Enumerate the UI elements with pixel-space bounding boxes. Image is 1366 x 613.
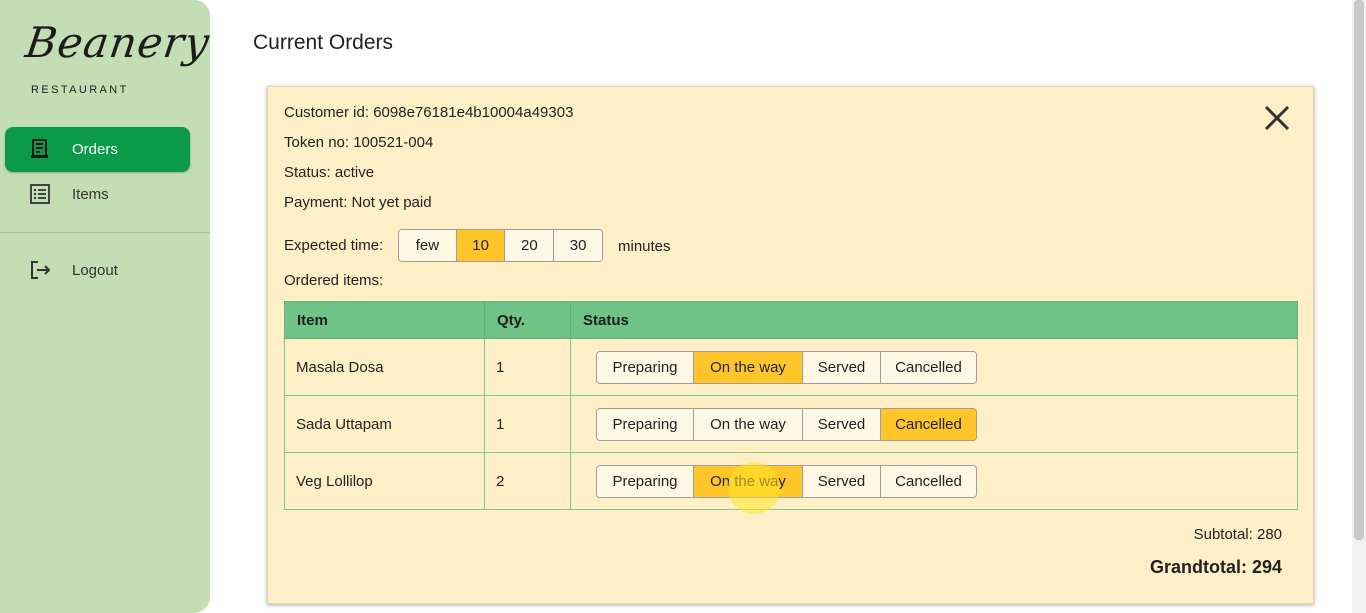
item-name: Sada Uttapam <box>284 395 485 453</box>
status-option-cancelled[interactable]: Cancelled <box>880 408 976 440</box>
item-name: Veg Lollilop <box>284 452 485 510</box>
close-icon <box>1264 105 1290 131</box>
item-status-cell: Preparing On the way Served Cancelled <box>570 395 1298 453</box>
status-option-cancelled[interactable]: Cancelled <box>880 465 976 497</box>
status-option-on-the-way[interactable]: On the way <box>693 465 802 497</box>
subtotal: Subtotal: 280 <box>1193 526 1282 543</box>
item-status-selector: Preparing On the way Served Cancelled <box>596 407 977 441</box>
table-header-row: Item Qty. Status <box>284 301 1298 339</box>
item-status-cell: Preparing On the way Served Cancelled <box>570 338 1298 396</box>
table-row: Masala Dosa 1 Preparing On the way Serve… <box>284 338 1298 396</box>
sidebar-item-items[interactable]: Items <box>5 172 190 217</box>
expected-time-option[interactable]: 10 <box>455 230 505 261</box>
page-title: Current Orders <box>253 31 394 54</box>
item-qty: 1 <box>484 338 571 396</box>
item-status-selector: Preparing On the way Served Cancelled <box>596 464 977 498</box>
item-qty: 1 <box>484 395 571 453</box>
receipt-icon <box>29 138 51 160</box>
sidebar-item-label: Items <box>72 186 109 203</box>
status-option-on-the-way[interactable]: On the way <box>693 408 802 440</box>
order-card: Customer id: 6098e76181e4b10004a49303 To… <box>267 86 1314 604</box>
expected-time-option[interactable]: few <box>399 230 456 261</box>
column-header-status: Status <box>570 301 1298 339</box>
expected-time-option[interactable]: 20 <box>504 230 554 261</box>
item-status-selector: Preparing On the way Served Cancelled <box>596 350 977 384</box>
brand-logo: Beanery RESTAURANT <box>23 18 213 108</box>
item-qty: 2 <box>484 452 571 510</box>
ordered-items-table: Item Qty. Status Masala Dosa 1 Preparing… <box>284 301 1298 510</box>
minutes-label: minutes <box>618 238 671 255</box>
column-header-qty: Qty. <box>484 301 571 339</box>
logout-icon <box>29 259 51 281</box>
sidebar: Beanery RESTAURANT Orders Items Logout <box>0 0 213 613</box>
payment-status: Payment: Not yet paid <box>284 194 432 211</box>
token-number: Token no: 100521-004 <box>284 134 434 151</box>
list-icon <box>29 183 51 205</box>
status-option-served[interactable]: Served <box>802 408 880 440</box>
sidebar-item-logout[interactable]: Logout <box>5 248 190 293</box>
status-option-preparing[interactable]: Preparing <box>597 465 693 497</box>
sidebar-divider <box>0 232 210 233</box>
item-status-cell: Preparing On the way Served Cancelled <box>570 452 1298 510</box>
status-option-preparing[interactable]: Preparing <box>597 351 693 383</box>
ordered-items-label: Ordered items: <box>284 272 384 289</box>
expected-time-selector: few 10 20 30 <box>398 229 603 262</box>
expected-time-option[interactable]: 30 <box>553 230 602 261</box>
scrollbar-thumb[interactable] <box>1354 0 1364 540</box>
customer-id: Customer id: 6098e76181e4b10004a49303 <box>284 104 574 121</box>
status-option-preparing[interactable]: Preparing <box>597 408 693 440</box>
grandtotal: Grandtotal: 294 <box>1149 557 1282 577</box>
status-option-served[interactable]: Served <box>802 465 880 497</box>
brand-name: Beanery <box>22 18 213 67</box>
status-option-served[interactable]: Served <box>802 351 880 383</box>
sidebar-item-label: Logout <box>72 262 118 279</box>
item-name: Masala Dosa <box>284 338 485 396</box>
table-row: Veg Lollilop 2 Preparing On the way Serv… <box>284 452 1298 510</box>
sidebar-item-orders[interactable]: Orders <box>5 127 190 172</box>
column-header-item: Item <box>284 301 485 339</box>
sidebar-item-label: Orders <box>72 141 118 158</box>
order-status: Status: active <box>284 164 375 181</box>
table-row: Sada Uttapam 1 Preparing On the way Serv… <box>284 395 1298 453</box>
close-button[interactable] <box>1263 104 1291 132</box>
brand-subtitle: RESTAURANT <box>31 84 129 96</box>
status-option-on-the-way[interactable]: On the way <box>693 351 802 383</box>
status-option-cancelled[interactable]: Cancelled <box>880 351 976 383</box>
expected-time-label: Expected time: <box>284 237 384 254</box>
scrollbar[interactable] <box>1352 0 1366 613</box>
